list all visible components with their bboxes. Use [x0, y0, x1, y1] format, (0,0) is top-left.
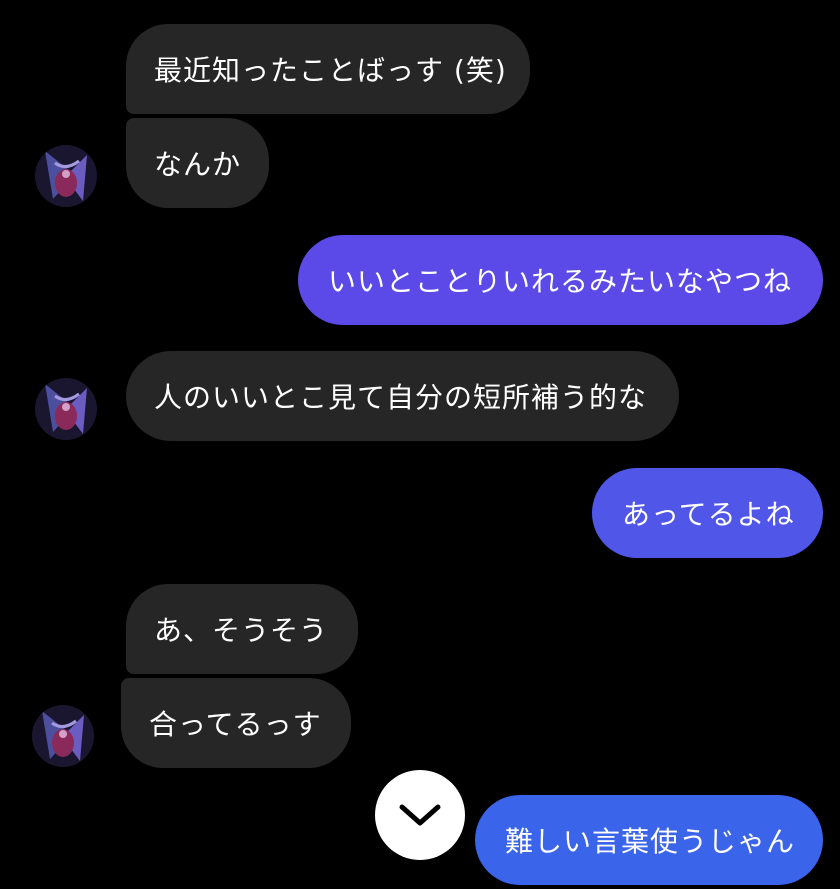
incoming-message-bubble[interactable]: なんか — [126, 118, 269, 208]
outgoing-message-bubble[interactable]: いいとことりいれるみたいなやつね — [298, 235, 823, 325]
profile-avatar-icon[interactable] — [32, 705, 94, 767]
scroll-to-bottom-button[interactable] — [375, 770, 465, 860]
profile-avatar-icon[interactable] — [35, 378, 97, 440]
message-text: 合ってるっす — [149, 708, 322, 741]
incoming-message-bubble[interactable]: 合ってるっす — [121, 678, 351, 768]
profile-avatar-icon[interactable] — [35, 145, 97, 207]
message-text: あってるよね — [622, 498, 795, 531]
message-text: なんか — [154, 148, 242, 181]
chevron-down-icon — [399, 804, 441, 826]
message-text: 人のいいとこ見て自分の短所補う的な — [154, 381, 648, 414]
message-text: 最近知ったことばっす (笑) — [154, 54, 507, 87]
message-text: いいとことりいれるみたいなやつね — [328, 265, 793, 298]
message-text: 難しい言葉使うじゃん — [505, 825, 796, 858]
outgoing-message-bubble[interactable]: あってるよね — [592, 468, 823, 558]
incoming-message-bubble[interactable]: あ、そうそう — [126, 584, 358, 674]
incoming-message-bubble[interactable]: 最近知ったことばっす (笑) — [126, 24, 530, 114]
message-text: あ、そうそう — [154, 614, 329, 647]
outgoing-message-bubble[interactable]: 難しい言葉使うじゃん — [475, 795, 823, 885]
incoming-message-bubble[interactable]: 人のいいとこ見て自分の短所補う的な — [126, 351, 679, 441]
